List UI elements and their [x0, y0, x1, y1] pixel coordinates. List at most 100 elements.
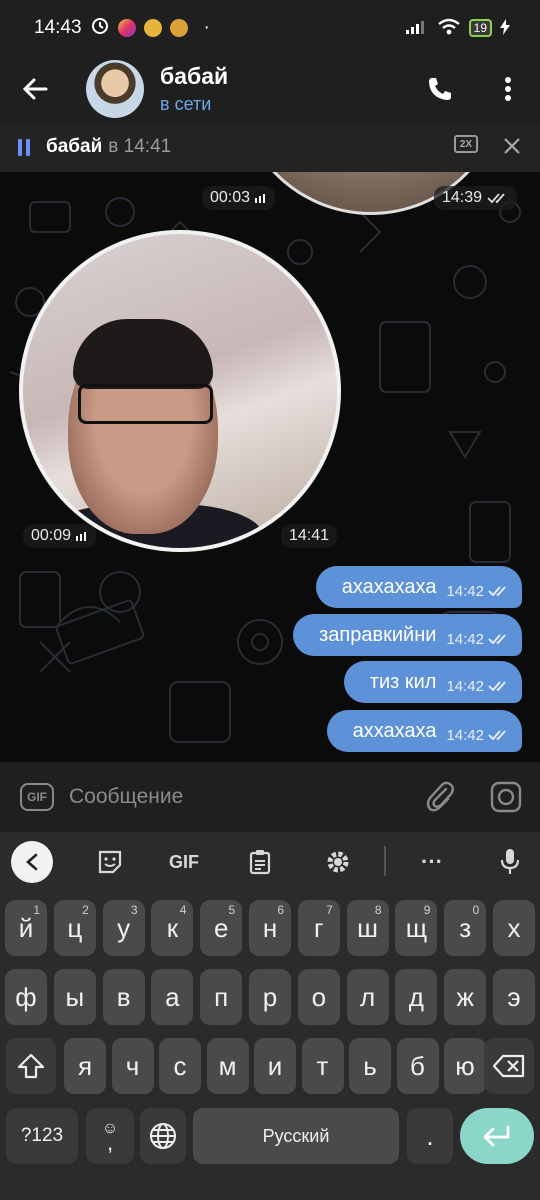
playback-speed-button[interactable]: 2X	[454, 135, 478, 153]
key-у[interactable]: у3	[102, 900, 145, 956]
key-number-hint: 7	[326, 903, 333, 917]
wifi-icon	[437, 18, 461, 39]
gear-icon	[327, 851, 349, 873]
key-label: ш	[357, 912, 379, 943]
key-р[interactable]: р	[249, 969, 291, 1025]
menu-button[interactable]	[478, 56, 538, 122]
voice-input-button[interactable]	[492, 844, 528, 880]
contact-status: в сети	[160, 94, 212, 114]
key-ю[interactable]: ю	[444, 1038, 486, 1094]
outgoing-message[interactable]: аххахаха 14:42	[326, 710, 522, 752]
key-н[interactable]: н6	[249, 900, 291, 956]
key-я[interactable]: я	[64, 1038, 106, 1094]
key-label: е	[213, 912, 229, 943]
key-г[interactable]: г7	[297, 900, 340, 956]
sticker-icon	[98, 850, 122, 874]
message-time: 14:42	[446, 726, 484, 744]
attach-button[interactable]	[424, 780, 456, 819]
audio-bars-icon	[76, 532, 87, 541]
keyboard-collapse-button[interactable]	[11, 841, 53, 883]
backspace-key[interactable]	[484, 1038, 534, 1094]
outgoing-message[interactable]: заправкийни 14:42	[293, 614, 522, 656]
key-label: н	[262, 912, 278, 943]
game-notification-icon-2	[169, 19, 188, 37]
sticker-button[interactable]	[92, 844, 128, 880]
chat-messages[interactable]: 00:03 14:39 00:09 14:41 ахахахаха 14:42 …	[0, 172, 540, 762]
key-ф[interactable]: ф	[5, 969, 47, 1025]
enter-key[interactable]	[460, 1108, 534, 1164]
contact-info[interactable]: бабай в сети	[160, 63, 228, 115]
message-text: заправкийни	[319, 623, 437, 646]
read-check-icon	[488, 730, 506, 741]
message-input[interactable]: Сообщение	[69, 785, 183, 809]
key-е[interactable]: е5	[200, 900, 243, 956]
key-и[interactable]: и	[254, 1038, 296, 1094]
key-с[interactable]: с	[159, 1038, 201, 1094]
key-ш[interactable]: ш8	[346, 900, 389, 956]
key-л[interactable]: л	[346, 969, 389, 1025]
video-time: 14:41	[281, 524, 338, 548]
emoji-comma-key[interactable]: ☺ ,	[86, 1108, 134, 1164]
backspace-icon	[493, 1054, 525, 1078]
keyboard-more-button[interactable]: ···	[412, 844, 452, 880]
key-number-hint: 3	[130, 903, 138, 917]
key-а[interactable]: а	[151, 969, 194, 1025]
key-ж[interactable]: ж	[444, 969, 487, 1025]
video-subject-glasses	[78, 384, 213, 424]
key-м[interactable]: м	[206, 1038, 249, 1094]
camera-button[interactable]	[490, 781, 522, 818]
read-check-icon	[488, 681, 506, 692]
player-time: в 14:41	[108, 136, 172, 157]
key-щ[interactable]: щ9	[395, 900, 438, 956]
key-х[interactable]: х	[493, 900, 535, 956]
key-number-hint: 8	[374, 903, 382, 917]
shift-key[interactable]	[6, 1038, 56, 1094]
key-в[interactable]: в	[102, 969, 145, 1025]
key-о[interactable]: о	[297, 969, 340, 1025]
key-з[interactable]: з0	[444, 900, 487, 956]
key-д[interactable]: д	[395, 969, 438, 1025]
symbols-key[interactable]: ?123	[6, 1108, 78, 1164]
media-player-bar[interactable]: бабай в 14:41 2X	[0, 122, 540, 172]
key-б[interactable]: б	[396, 1038, 439, 1094]
clipboard-button[interactable]	[242, 844, 278, 880]
player-close-button[interactable]	[498, 132, 526, 160]
chat-header: бабай в сети	[0, 56, 540, 122]
key-ц[interactable]: ц2	[53, 900, 96, 956]
key-ы[interactable]: ы	[53, 969, 96, 1025]
key-п[interactable]: п	[200, 969, 243, 1025]
back-button[interactable]	[0, 56, 70, 122]
outgoing-message[interactable]: тиз кил 14:42	[343, 661, 522, 703]
key-ь[interactable]: ь	[349, 1038, 391, 1094]
status-dot: ·	[203, 17, 210, 38]
key-ч[interactable]: ч	[111, 1038, 154, 1094]
pause-icon[interactable]	[18, 138, 30, 156]
key-т[interactable]: т	[301, 1038, 344, 1094]
key-number-hint: 0	[472, 903, 480, 917]
call-button[interactable]	[410, 56, 470, 122]
space-key[interactable]: Русский	[193, 1108, 399, 1164]
period-key[interactable]: .	[407, 1108, 453, 1164]
video-message[interactable]	[19, 230, 341, 552]
outgoing-message[interactable]: ахахахаха 14:42	[315, 566, 522, 608]
battery-indicator: 19	[468, 19, 492, 37]
key-й[interactable]: й1	[5, 900, 47, 956]
key-label: й	[18, 912, 34, 943]
phone-icon	[429, 78, 451, 100]
alarm-icon	[90, 15, 110, 41]
enter-icon	[483, 1125, 510, 1147]
video-subject-hair	[73, 319, 213, 389]
instagram-notification-icon	[117, 19, 136, 37]
shift-icon	[17, 1053, 45, 1079]
audio-bars-icon	[255, 194, 266, 203]
key-к[interactable]: к4	[151, 900, 194, 956]
key-label: щ	[405, 912, 428, 943]
message-text: ахахахаха	[341, 575, 437, 598]
key-э[interactable]: э	[493, 969, 535, 1025]
language-key[interactable]	[140, 1108, 186, 1164]
keyboard-gif-button[interactable]: GIF	[166, 844, 202, 880]
keyboard-settings-button[interactable]	[320, 844, 356, 880]
contact-avatar[interactable]	[86, 60, 144, 118]
gif-button[interactable]: GIF	[20, 783, 54, 811]
read-check-icon	[488, 586, 506, 597]
